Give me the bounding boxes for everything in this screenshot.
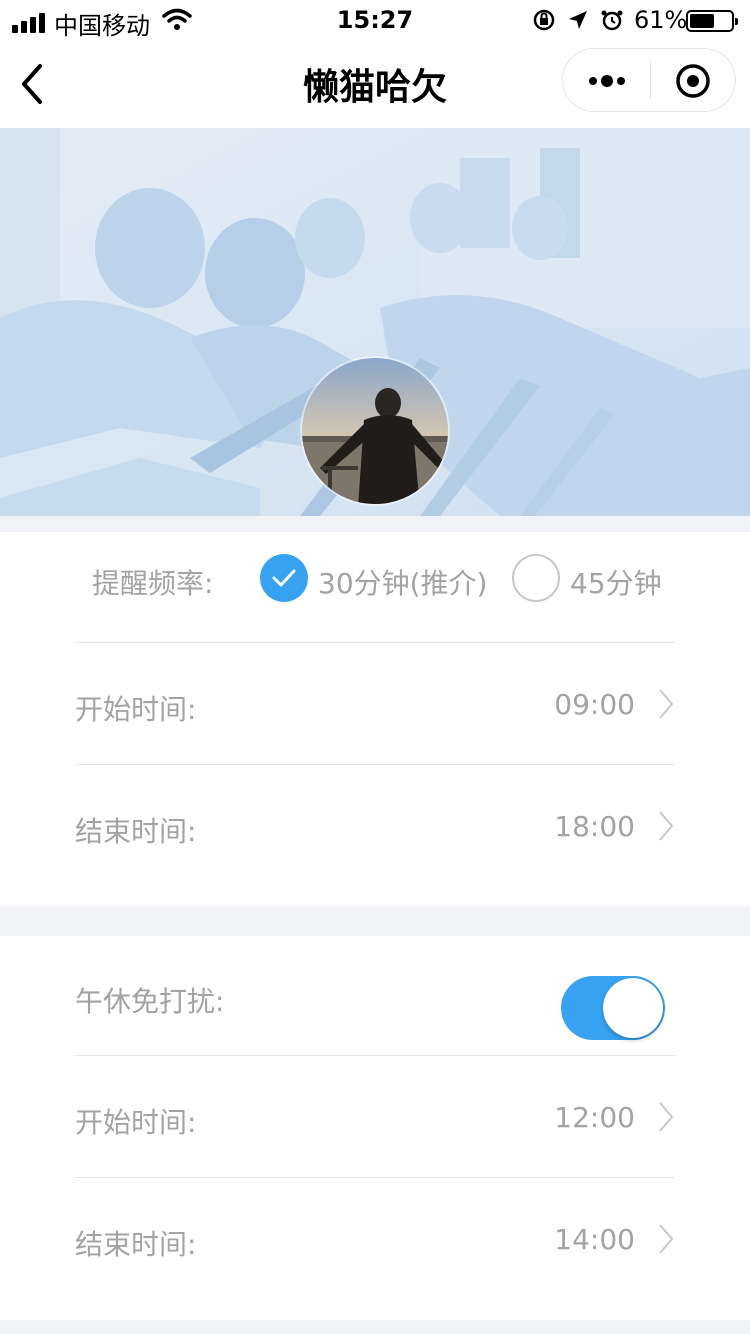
nap-end-row[interactable]: 结束时间: 14:00 xyxy=(75,1178,675,1300)
mini-program-capsule xyxy=(562,48,736,112)
nap-settings-card: 午休免打扰: 开始时间: 12:00 结束时间: 14:00 xyxy=(0,936,750,1320)
chevron-right-icon xyxy=(659,1102,674,1132)
option-30min-label[interactable]: 30分钟(推介) xyxy=(318,562,487,602)
location-arrow-icon xyxy=(569,11,587,29)
status-bar: 中国移动 15:27 61% xyxy=(0,0,750,40)
avatar xyxy=(300,356,450,506)
nap-end-label: 结束时间: xyxy=(75,1228,197,1261)
reminder-end-row[interactable]: 结束时间: 18:00 xyxy=(75,765,675,887)
capsule-divider xyxy=(650,63,651,99)
checkmark-icon xyxy=(272,569,296,587)
reminder-start-row[interactable]: 开始时间: 09:00 xyxy=(75,643,675,765)
radio-45min[interactable] xyxy=(512,554,560,602)
nap-end-value: 14:00 xyxy=(554,1223,635,1256)
frequency-label: 提醒频率: xyxy=(92,567,214,600)
nap-start-label: 开始时间: xyxy=(75,1106,197,1139)
nap-dnd-label: 午休免打扰: xyxy=(75,985,225,1018)
end-time-label: 结束时间: xyxy=(75,815,197,848)
start-time-label: 开始时间: xyxy=(75,693,197,726)
radio-30min[interactable] xyxy=(260,554,308,602)
reminder-settings-card: 提醒频率: 30分钟(推介) 45分钟 开始时间: 09:00 结束时间: 18… xyxy=(0,532,750,906)
nap-start-value: 12:00 xyxy=(554,1101,635,1134)
battery-percentage: 61% xyxy=(634,6,688,34)
nap-start-row[interactable]: 开始时间: 12:00 xyxy=(75,1056,675,1178)
orientation-lock-icon xyxy=(533,9,555,31)
chevron-right-icon xyxy=(659,811,674,841)
avatar-photo xyxy=(302,358,448,504)
battery-icon xyxy=(686,10,738,32)
profile-banner: 刘杰 xyxy=(0,128,750,516)
chevron-right-icon xyxy=(659,689,674,719)
alarm-icon xyxy=(601,10,623,31)
nap-dnd-toggle[interactable] xyxy=(561,976,665,1040)
more-options-icon[interactable] xyxy=(587,69,627,93)
close-mini-program-icon[interactable] xyxy=(675,63,711,99)
end-time-value: 18:00 xyxy=(554,810,635,843)
navigation-bar: 懒猫哈欠 xyxy=(0,40,750,128)
chevron-right-icon xyxy=(659,1224,674,1254)
start-time-value: 09:00 xyxy=(554,688,635,721)
toggle-knob xyxy=(603,978,663,1038)
nap-toggle-row: 午休免打扰: xyxy=(75,936,675,1056)
option-45min-label[interactable]: 45分钟 xyxy=(570,562,662,602)
